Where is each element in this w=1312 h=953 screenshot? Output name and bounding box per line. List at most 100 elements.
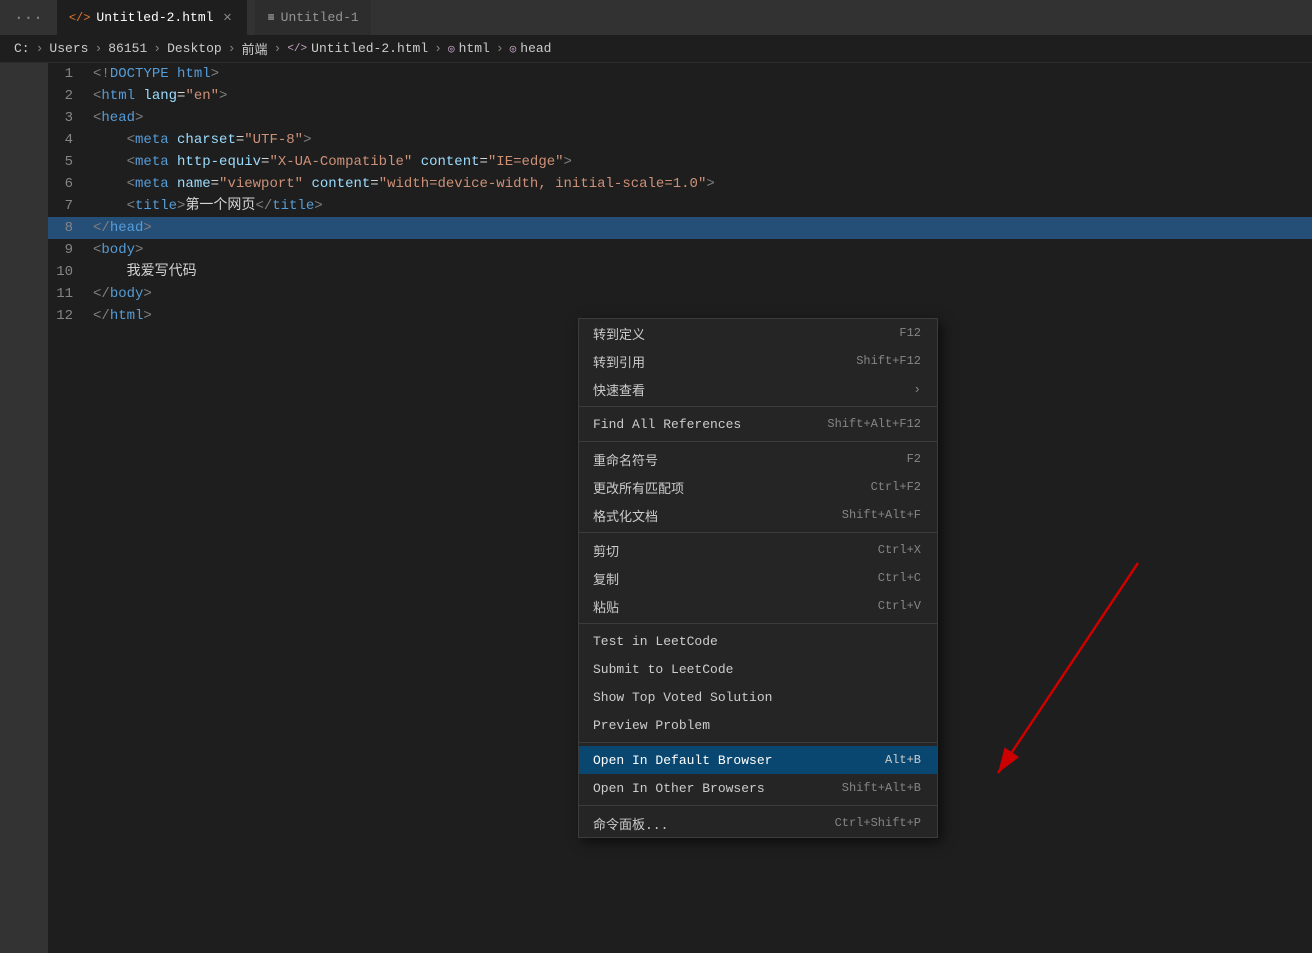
menu-paste[interactable]: 粘贴 Ctrl+V	[579, 592, 937, 620]
code-line-4: 4 <meta charset="UTF-8">	[48, 129, 1312, 151]
breadcrumb-desktop[interactable]: Desktop	[167, 41, 222, 56]
line-number-3: 3	[48, 107, 93, 129]
menu-goto-ref-label: 转到引用	[593, 352, 840, 371]
line-content-1: <!DOCTYPE html>	[93, 63, 1312, 85]
menu-sep-4	[579, 623, 937, 624]
menu-paste-label: 粘贴	[593, 597, 862, 616]
menu-quick-look[interactable]: 快速查看 ›	[579, 375, 937, 403]
menu-sep-3	[579, 532, 937, 533]
menu-goto-def[interactable]: 转到定义 F12	[579, 319, 937, 347]
menu-find-all-refs-shortcut: Shift+Alt+F12	[827, 417, 921, 431]
menu-preview-prob[interactable]: Preview Problem	[579, 711, 937, 739]
menu-preview-prob-label: Preview Problem	[593, 718, 905, 733]
code-line-7: 7 <title>第一个网页</title>	[48, 195, 1312, 217]
menu-format-doc[interactable]: 格式化文档 Shift+Alt+F	[579, 501, 937, 529]
menu-copy-label: 复制	[593, 569, 862, 588]
breadcrumb-86151[interactable]: 86151	[108, 41, 147, 56]
menu-cmd-palette-label: 命令面板...	[593, 814, 819, 833]
menu-sep-6	[579, 805, 937, 806]
line-number-1: 1	[48, 63, 93, 85]
menu-goto-ref-shortcut: Shift+F12	[856, 354, 921, 368]
breadcrumb-frontend[interactable]: 前端	[242, 39, 268, 58]
line-number-2: 2	[48, 85, 93, 107]
code-line-5: 5 <meta http-equiv="X-UA-Compatible" con…	[48, 151, 1312, 173]
activity-bar	[0, 63, 48, 953]
menu-open-other-label: Open In Other Browsers	[593, 781, 826, 796]
html-file-icon: </>	[69, 11, 91, 25]
html-breadcrumb-icon: </>	[287, 43, 307, 55]
code-editor[interactable]: 1 <!DOCTYPE html> 2 <html lang="en"> 3 <…	[48, 63, 1312, 953]
submenu-arrow-icon: ›	[913, 382, 921, 397]
menu-open-other-shortcut: Shift+Alt+B	[842, 781, 921, 795]
tab-untitled1[interactable]: ≡ Untitled-1	[255, 0, 370, 35]
line-content-11: </body>	[93, 283, 1312, 305]
line-number-5: 5	[48, 151, 93, 173]
menu-goto-def-shortcut: F12	[899, 326, 921, 340]
code-line-11: 11 </body>	[48, 283, 1312, 305]
line-number-9: 9	[48, 239, 93, 261]
menu-open-default-label: Open In Default Browser	[593, 753, 869, 768]
title-bar-menu[interactable]: ···	[8, 5, 49, 31]
menu-cut[interactable]: 剪切 Ctrl+X	[579, 536, 937, 564]
menu-copy-shortcut: Ctrl+C	[878, 571, 921, 585]
line-content-7: <title>第一个网页</title>	[93, 195, 1312, 217]
menu-open-default[interactable]: Open In Default Browser Alt+B	[579, 746, 937, 774]
editor-area: 1 <!DOCTYPE html> 2 <html lang="en"> 3 <…	[0, 63, 1312, 953]
menu-quick-look-label: 快速查看	[593, 380, 905, 399]
tab-label-untitled2: Untitled-2.html	[96, 10, 213, 25]
menu-rename[interactable]: 重命名符号 F2	[579, 445, 937, 473]
line-content-3: <head>	[93, 107, 1312, 129]
line-number-7: 7	[48, 195, 93, 217]
code-line-3: 3 <head>	[48, 107, 1312, 129]
menu-submit-leet-label: Submit to LeetCode	[593, 662, 905, 677]
breadcrumb-file[interactable]: Untitled-2.html	[311, 41, 428, 56]
menu-goto-def-label: 转到定义	[593, 324, 883, 343]
menu-find-all-refs[interactable]: Find All References Shift+Alt+F12	[579, 410, 937, 438]
menu-top-voted-label: Show Top Voted Solution	[593, 690, 905, 705]
menu-submit-leet[interactable]: Submit to LeetCode	[579, 655, 937, 683]
menu-change-all[interactable]: 更改所有匹配项 Ctrl+F2	[579, 473, 937, 501]
menu-cut-label: 剪切	[593, 541, 862, 560]
file-icon: ≡	[267, 11, 274, 25]
menu-format-doc-shortcut: Shift+Alt+F	[842, 508, 921, 522]
menu-copy[interactable]: 复制 Ctrl+C	[579, 564, 937, 592]
breadcrumb-users[interactable]: Users	[49, 41, 88, 56]
breadcrumb-html[interactable]: html	[459, 41, 490, 56]
menu-test-leet-label: Test in LeetCode	[593, 634, 905, 649]
menu-sep-2	[579, 441, 937, 442]
code-line-6: 6 <meta name="viewport" content="width=d…	[48, 173, 1312, 195]
title-bar: ··· </> Untitled-2.html ✕ ≡ Untitled-1	[0, 0, 1312, 35]
menu-find-all-refs-label: Find All References	[593, 417, 811, 432]
line-content-5: <meta http-equiv="X-UA-Compatible" conte…	[93, 151, 1312, 173]
line-content-2: <html lang="en">	[93, 85, 1312, 107]
html-tag-icon: ◎	[448, 42, 455, 56]
menu-rename-shortcut: F2	[907, 452, 921, 466]
breadcrumb-head[interactable]: head	[520, 41, 551, 56]
code-line-9: 9 <body>	[48, 239, 1312, 261]
tab-close-button[interactable]: ✕	[219, 10, 235, 26]
menu-change-all-shortcut: Ctrl+F2	[871, 480, 921, 494]
context-menu: 转到定义 F12 转到引用 Shift+F12 快速查看 › Find All …	[578, 318, 938, 838]
menu-change-all-label: 更改所有匹配项	[593, 478, 855, 497]
code-line-2: 2 <html lang="en">	[48, 85, 1312, 107]
menu-cmd-palette[interactable]: 命令面板... Ctrl+Shift+P	[579, 809, 937, 837]
breadcrumb: C: › Users › 86151 › Desktop › 前端 › </> …	[0, 35, 1312, 63]
menu-rename-label: 重命名符号	[593, 450, 891, 469]
line-number-6: 6	[48, 173, 93, 195]
tab-label-untitled1: Untitled-1	[281, 10, 359, 25]
line-content-10: 我爱写代码	[93, 261, 1312, 283]
code-line-8: 8 </head>	[48, 217, 1312, 239]
menu-paste-shortcut: Ctrl+V	[878, 599, 921, 613]
menu-top-voted[interactable]: Show Top Voted Solution	[579, 683, 937, 711]
menu-test-leet[interactable]: Test in LeetCode	[579, 627, 937, 655]
code-line-10: 10 我爱写代码	[48, 261, 1312, 283]
menu-sep-1	[579, 406, 937, 407]
tab-untitled2-html[interactable]: </> Untitled-2.html ✕	[57, 0, 248, 35]
menu-sep-5	[579, 742, 937, 743]
menu-goto-ref[interactable]: 转到引用 Shift+F12	[579, 347, 937, 375]
head-tag-icon: ◎	[510, 42, 517, 56]
line-number-8: 8	[48, 217, 93, 239]
breadcrumb-c[interactable]: C:	[14, 41, 30, 56]
menu-open-other[interactable]: Open In Other Browsers Shift+Alt+B	[579, 774, 937, 802]
line-number-11: 11	[48, 283, 93, 305]
